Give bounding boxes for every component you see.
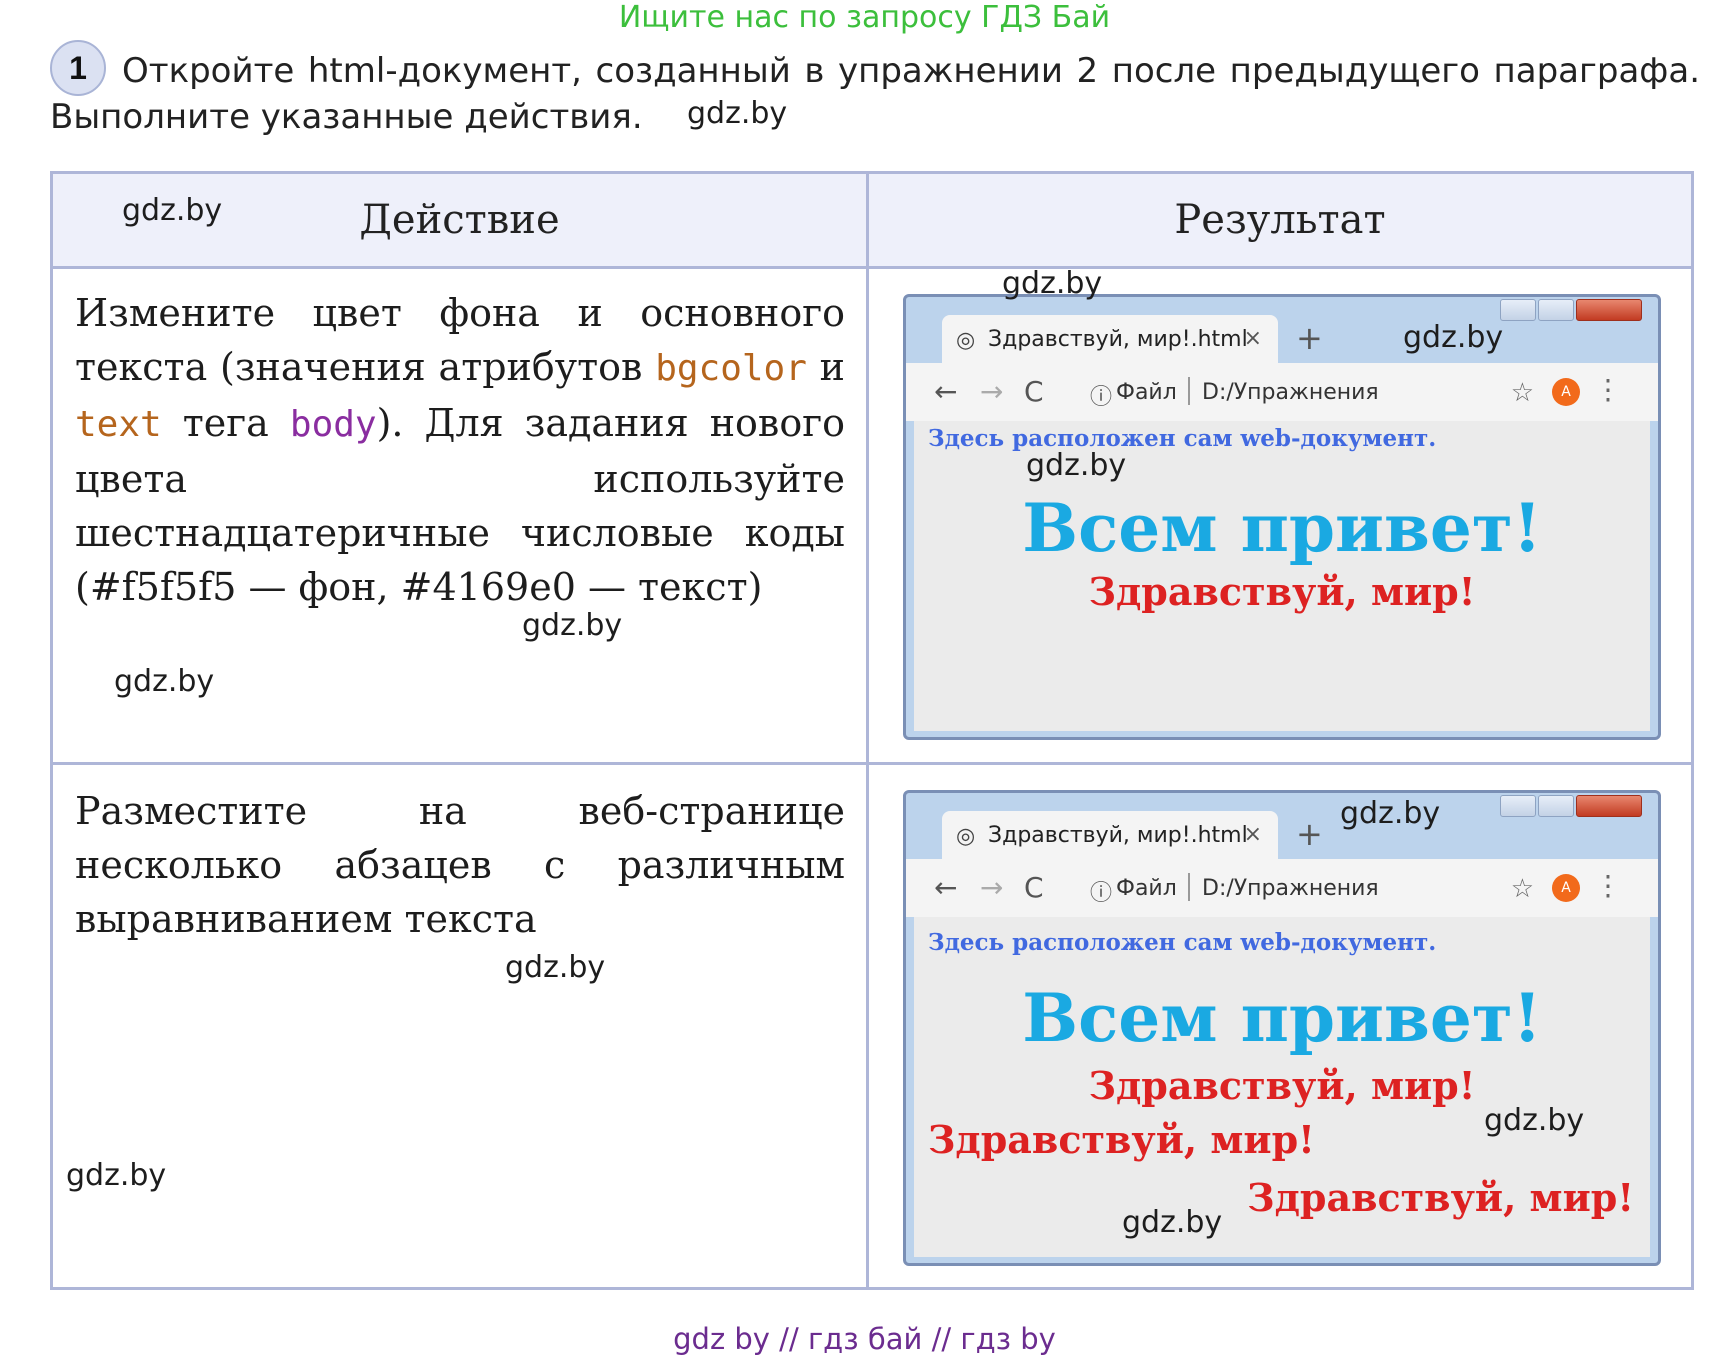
watermark: gdz.by — [522, 608, 623, 643]
info-icon: ⓘ — [1090, 881, 1113, 906]
address-bar[interactable]: ⓘ Файл D:/Упражнения — [1076, 369, 1576, 415]
watermark: gdz.by — [1122, 1205, 1223, 1240]
address-path: D:/Упражнения — [1202, 380, 1379, 405]
top-banner: Ищите нас по запросу ГДЗ Бай — [618, 0, 1111, 35]
page-heading: Всем привет! — [1022, 489, 1542, 567]
reload-icon[interactable]: C — [1024, 871, 1044, 904]
maximize-button[interactable] — [1538, 299, 1574, 321]
watermark: gdz.by — [1026, 448, 1127, 483]
watermark: gdz.by — [66, 1158, 167, 1193]
task-header: 1 Откройте html-документ, созданный в уп… — [50, 40, 1700, 140]
divider — [866, 174, 869, 1287]
minimize-button[interactable] — [1500, 299, 1536, 321]
code-bgcolor: bgcolor — [655, 348, 807, 389]
page-intro-text: Здесь расположен сам web-документ. — [928, 929, 1437, 956]
bookmark-star-icon[interactable]: ☆ — [1511, 873, 1534, 904]
row2-action-text: Разместите на веб-странице несколько абз… — [75, 789, 845, 941]
minimize-button[interactable] — [1500, 795, 1536, 817]
back-arrow-icon[interactable]: ← — [934, 375, 957, 408]
watermark: gdz.by — [1403, 320, 1504, 355]
profile-avatar-icon[interactable]: A — [1552, 874, 1580, 902]
close-icon[interactable]: × — [1244, 822, 1262, 847]
window-controls — [1500, 795, 1650, 821]
forward-arrow-icon[interactable]: → — [980, 871, 1003, 904]
watermark: gdz.by — [505, 950, 606, 985]
watermark: gdz.by — [1484, 1103, 1585, 1138]
divider — [53, 266, 1691, 269]
row1-action-text: Измените цвет фона и основного текста (з… — [75, 291, 846, 609]
globe-icon: ◎ — [956, 328, 976, 353]
footer: gdz by // гдз бай // гдз by — [673, 1322, 1056, 1356]
watermark: gdz.by — [122, 193, 223, 228]
header-result: Результат — [1174, 197, 1386, 243]
watermark: gdz.by — [687, 96, 788, 131]
tab-title: Здравствуй, мир!.html — [988, 327, 1248, 352]
reload-icon[interactable]: C — [1024, 375, 1044, 408]
browser-window-1: ◎ Здравствуй, мир!.html × + ← → C ⓘ Файл… — [903, 294, 1661, 740]
page-viewport: Здесь расположен сам web-документ. Всем … — [914, 421, 1650, 731]
task-text: Откройте html-документ, созданный в упра… — [50, 51, 1700, 137]
address-bar[interactable]: ⓘ Файл D:/Упражнения — [1076, 865, 1576, 911]
watermark: gdz.by — [1002, 266, 1103, 301]
close-window-button[interactable] — [1576, 299, 1642, 321]
menu-kebab-icon[interactable]: ⋮ — [1594, 373, 1622, 406]
code-body: body — [289, 404, 377, 445]
new-tab-button[interactable]: + — [1296, 319, 1323, 357]
browser-toolbar: ← → C ⓘ Файл D:/Упражнения ☆ A ⋮ — [906, 859, 1658, 917]
page-paragraph-center: Здравствуй, мир! — [1088, 1063, 1476, 1108]
close-window-button[interactable] — [1576, 795, 1642, 817]
browser-tab[interactable]: ◎ Здравствуй, мир!.html × — [942, 811, 1278, 861]
page-viewport: Здесь расположен сам web-документ. Всем … — [914, 917, 1650, 1257]
address-separator — [1188, 377, 1190, 405]
browser-tab[interactable]: ◎ Здравствуй, мир!.html × — [942, 315, 1278, 365]
address-scheme: Файл — [1116, 876, 1177, 901]
menu-kebab-icon[interactable]: ⋮ — [1594, 869, 1622, 902]
tab-title: Здравствуй, мир!.html — [988, 823, 1248, 848]
new-tab-button[interactable]: + — [1296, 815, 1323, 853]
globe-icon: ◎ — [956, 824, 976, 849]
page-paragraph-center: Здравствуй, мир! — [1088, 569, 1476, 614]
code-text: text — [75, 404, 162, 445]
watermark: gdz.by — [1340, 796, 1441, 831]
table-header-row: Действие Результат — [53, 174, 1691, 266]
close-icon[interactable]: × — [1244, 326, 1262, 351]
browser-window-2: ◎ Здравствуй, мир!.html × + ← → C ⓘ Файл… — [903, 790, 1661, 1266]
window-controls — [1500, 299, 1650, 325]
back-arrow-icon[interactable]: ← — [934, 871, 957, 904]
maximize-button[interactable] — [1538, 795, 1574, 817]
watermark: gdz.by — [114, 664, 215, 699]
address-separator — [1188, 873, 1190, 901]
page-paragraph-right: Здравствуй, мир! — [1247, 1175, 1634, 1220]
task-number-badge: 1 — [50, 40, 106, 96]
info-icon: ⓘ — [1090, 385, 1113, 410]
bookmark-star-icon[interactable]: ☆ — [1511, 377, 1534, 408]
profile-avatar-icon[interactable]: A — [1552, 378, 1580, 406]
address-path: D:/Упражнения — [1202, 876, 1379, 901]
page-paragraph-left: Здравствуй, мир! — [928, 1117, 1315, 1162]
page-intro-text: Здесь расположен сам web-документ. — [928, 425, 1437, 452]
address-scheme: Файл — [1116, 380, 1177, 405]
page-heading: Всем привет! — [1022, 979, 1542, 1057]
forward-arrow-icon[interactable]: → — [980, 375, 1003, 408]
browser-toolbar: ← → C ⓘ Файл D:/Упражнения ☆ A ⋮ — [906, 363, 1658, 421]
divider — [53, 762, 1691, 765]
